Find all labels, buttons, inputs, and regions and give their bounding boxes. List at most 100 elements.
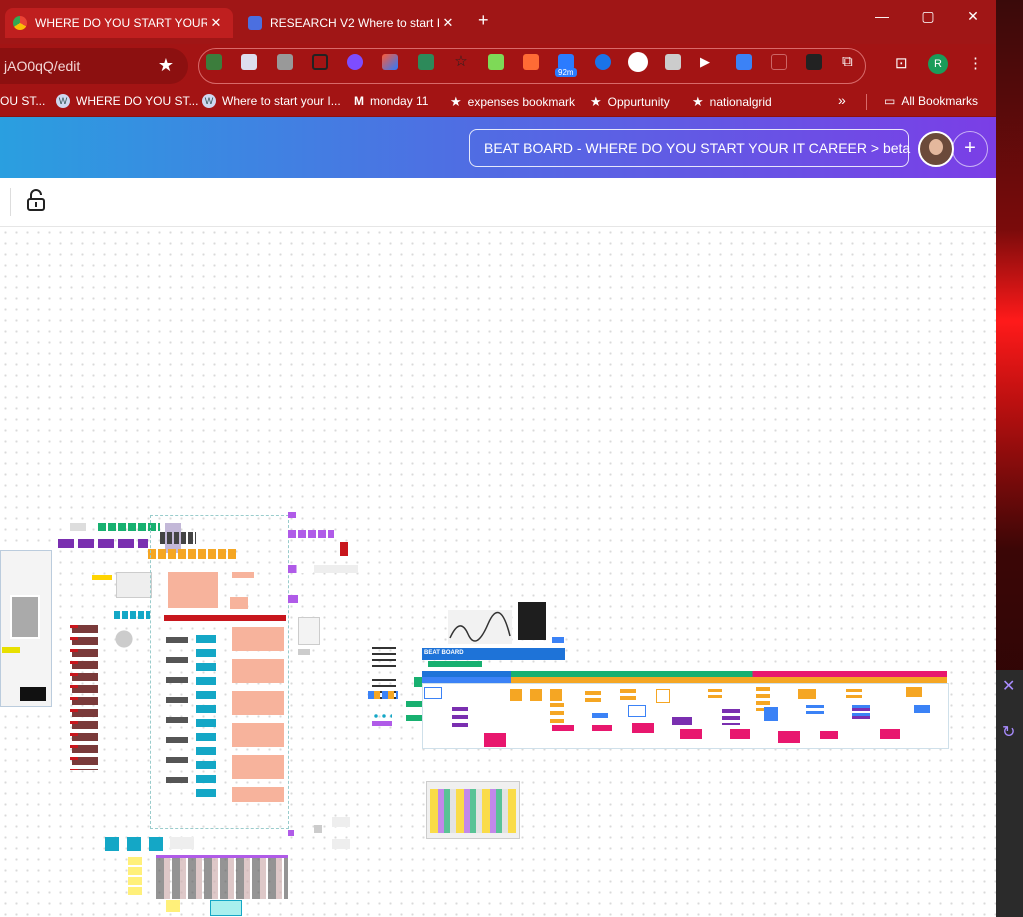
mind-map bbox=[105, 619, 143, 659]
tab-active[interactable]: WHERE DO YOU START YOUR IT ✕ bbox=[5, 8, 233, 38]
card bbox=[552, 637, 564, 643]
cast-icon[interactable]: ⊡ bbox=[895, 54, 908, 72]
card bbox=[314, 825, 322, 833]
extension-icon[interactable] bbox=[418, 54, 434, 70]
line-chart-thumbnail bbox=[448, 610, 512, 644]
card bbox=[170, 837, 194, 849]
whiteboard-canvas[interactable]: BEAT BOARD bbox=[0, 227, 996, 917]
puzzle-extensions-icon[interactable]: ⧉ bbox=[842, 54, 858, 70]
extension-icon[interactable] bbox=[595, 54, 611, 70]
dark-card bbox=[20, 687, 46, 701]
card bbox=[730, 729, 750, 739]
star-icon: ★ bbox=[450, 94, 462, 109]
close-tab-icon[interactable]: ✕ bbox=[439, 15, 457, 31]
address-bar[interactable]: jAO0qQ/edit ★ bbox=[0, 48, 188, 84]
bookmark-item[interactable]: ★ nationalgrid bbox=[692, 94, 772, 110]
card-stack bbox=[550, 703, 564, 723]
add-button[interactable]: + bbox=[952, 131, 988, 167]
bookmark-item[interactable]: OU ST... bbox=[0, 94, 45, 108]
card-stack bbox=[708, 689, 722, 699]
minimize-icon[interactable]: — bbox=[862, 8, 902, 24]
image-column bbox=[166, 637, 188, 797]
bookmark-star-icon[interactable]: ★ bbox=[158, 55, 174, 76]
bookmark-item[interactable]: ★ Oppurtunity bbox=[590, 94, 670, 110]
menu-kebab-icon[interactable]: ⋮ bbox=[968, 54, 983, 72]
window-close-icon[interactable]: ✕ bbox=[953, 8, 993, 25]
extension-icon[interactable] bbox=[347, 54, 363, 70]
gallery-header bbox=[156, 855, 288, 858]
divider bbox=[866, 94, 867, 110]
star-extension-icon[interactable]: ☆ bbox=[453, 54, 469, 70]
sticky-note bbox=[210, 900, 242, 916]
browser-toolbar: jAO0qQ/edit ★ ☆ 92m ▶ ⧉ ⊡ R ⋮ bbox=[0, 44, 996, 88]
text-lines bbox=[372, 647, 396, 669]
beat-board-banner: BEAT BOARD bbox=[422, 648, 565, 660]
card bbox=[288, 512, 296, 518]
beat-board-label: BEAT BOARD bbox=[424, 650, 464, 656]
close-icon[interactable]: ✕ bbox=[1002, 676, 1015, 696]
card bbox=[552, 725, 574, 731]
card bbox=[372, 721, 392, 726]
card-stack bbox=[852, 705, 870, 719]
tab-title: RESEARCH V2 Where to start IT bbox=[270, 16, 439, 30]
new-tab-icon[interactable]: + bbox=[478, 10, 489, 31]
star-icon: ★ bbox=[692, 94, 704, 109]
bookmark-item[interactable]: Mmonday 11 bbox=[354, 94, 428, 108]
user-avatar[interactable] bbox=[918, 131, 954, 167]
profile-avatar[interactable]: R bbox=[928, 54, 948, 74]
board-toolbar bbox=[0, 178, 996, 227]
bookmark-item[interactable]: ★ expenses bookmark bbox=[450, 94, 575, 110]
card bbox=[632, 723, 654, 733]
card bbox=[332, 839, 350, 849]
all-bookmarks[interactable]: ▭ All Bookmarks bbox=[884, 94, 978, 108]
cursor-extension-icon[interactable]: ▶ bbox=[700, 54, 716, 70]
extension-icon[interactable] bbox=[665, 54, 681, 70]
tab-strip: WHERE DO YOU START YOUR IT ✕ RESEARCH V2… bbox=[0, 0, 996, 44]
gmail-icon: M bbox=[354, 94, 364, 108]
sticky-column bbox=[128, 857, 142, 897]
maximize-icon[interactable]: ▢ bbox=[908, 8, 948, 25]
extension-icon[interactable] bbox=[277, 54, 293, 70]
card-row bbox=[105, 837, 165, 851]
close-tab-icon[interactable]: ✕ bbox=[207, 15, 225, 31]
board-title[interactable]: BEAT BOARD - WHERE DO YOU START YOUR IT … bbox=[469, 129, 910, 167]
extension-icon[interactable] bbox=[382, 54, 398, 70]
card-stack bbox=[722, 709, 740, 725]
card-row bbox=[288, 530, 334, 538]
card bbox=[428, 661, 482, 667]
card bbox=[592, 725, 612, 731]
text-column bbox=[232, 627, 284, 802]
extension-icon[interactable] bbox=[523, 54, 539, 70]
image-thumbnail bbox=[10, 595, 40, 639]
card bbox=[314, 565, 358, 573]
card bbox=[332, 817, 350, 827]
extension-icon[interactable] bbox=[771, 54, 787, 70]
card-row bbox=[510, 689, 570, 701]
card bbox=[340, 542, 348, 556]
timer-badge: 92m bbox=[555, 68, 577, 77]
image-gallery bbox=[156, 855, 288, 899]
card-stack bbox=[620, 689, 636, 701]
extension-icon[interactable] bbox=[241, 54, 257, 70]
card bbox=[672, 717, 692, 725]
extension-icon[interactable] bbox=[806, 54, 822, 70]
sticky-note bbox=[2, 647, 20, 653]
card bbox=[484, 733, 506, 747]
card bbox=[424, 687, 442, 699]
extension-icon[interactable] bbox=[736, 54, 752, 70]
chrome-favicon-icon bbox=[13, 16, 27, 30]
extension-icon[interactable] bbox=[206, 54, 222, 70]
extension-icon[interactable] bbox=[488, 54, 504, 70]
card-row bbox=[114, 611, 150, 619]
more-extension-icon[interactable] bbox=[628, 52, 648, 72]
whimsical-icon: W bbox=[56, 94, 70, 108]
bookmark-item[interactable]: W Where to start your I... bbox=[202, 94, 341, 108]
sticky-note bbox=[166, 900, 180, 912]
refresh-icon[interactable]: ↻ bbox=[1002, 722, 1015, 742]
bookmark-item[interactable]: W WHERE DO YOU ST... bbox=[56, 94, 198, 108]
marker-strip bbox=[70, 625, 78, 770]
bookmarks-overflow[interactable]: » bbox=[838, 92, 846, 108]
lock-open-icon[interactable] bbox=[25, 188, 47, 212]
extension-icon[interactable] bbox=[312, 54, 328, 70]
tab-research[interactable]: RESEARCH V2 Where to start IT ✕ bbox=[240, 8, 465, 38]
